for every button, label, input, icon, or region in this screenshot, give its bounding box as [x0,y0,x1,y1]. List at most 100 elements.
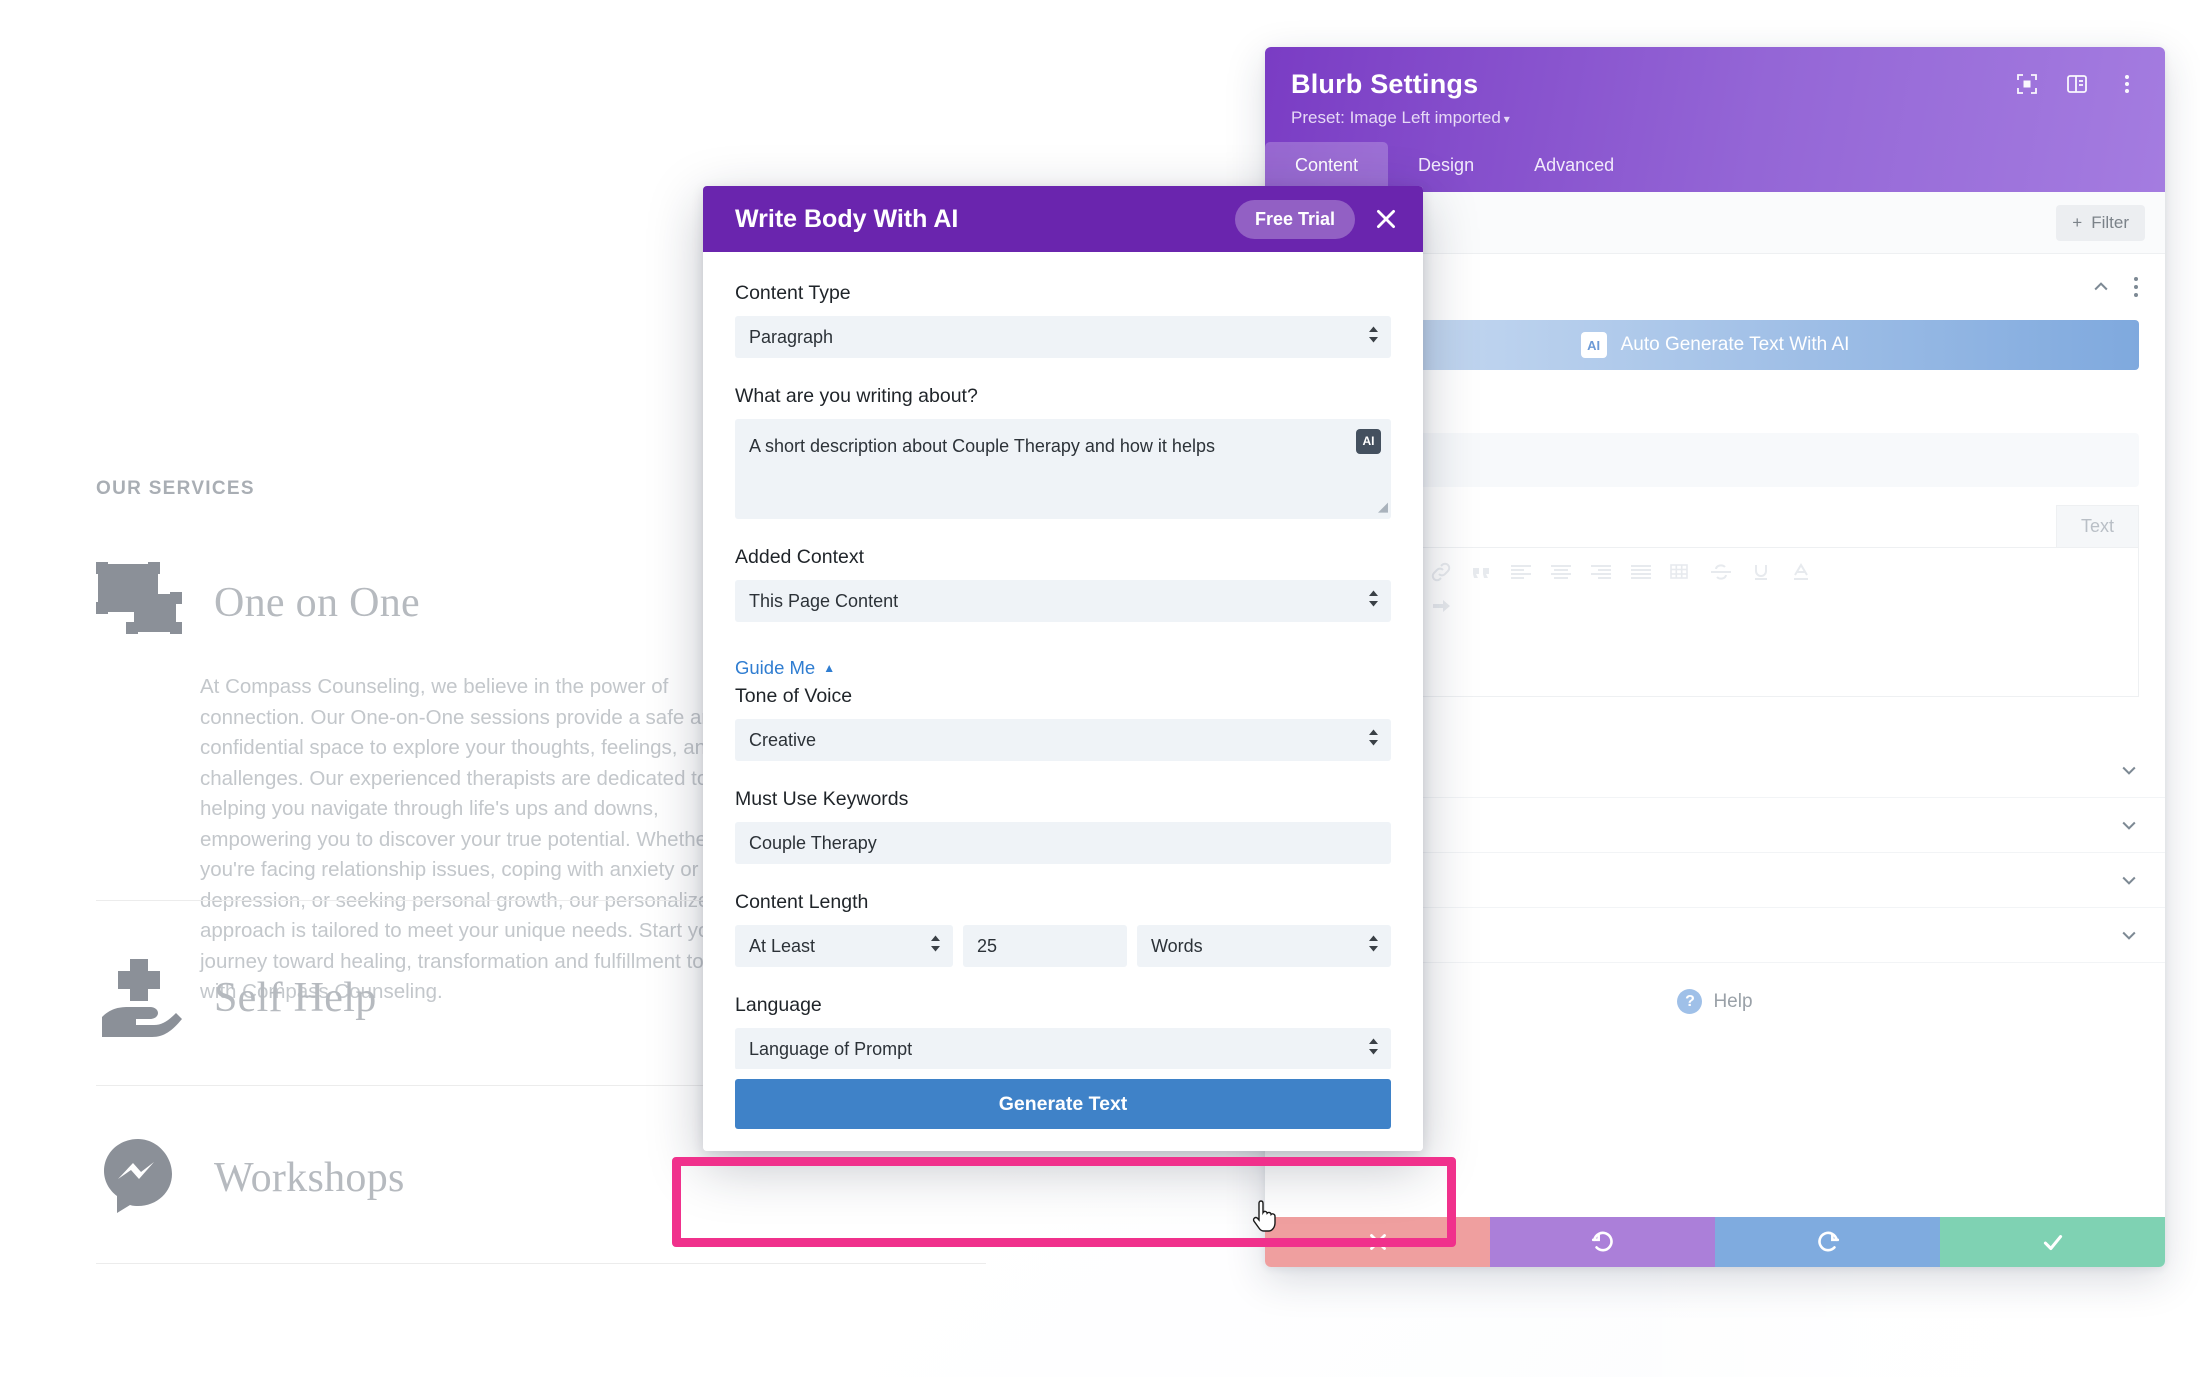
services-eyebrow: OUR SERVICES [96,478,255,499]
modal-body: Content Type Paragraph What are you writ… [703,252,1423,1069]
redo-button[interactable] [1715,1217,1940,1267]
select-spinner-icon [1368,1038,1379,1061]
content-length-unit-select[interactable]: Words [1137,925,1391,967]
select-spinner-icon [930,935,941,958]
close-x-icon[interactable] [1373,206,1399,232]
chevron-down-icon[interactable] [2119,760,2139,780]
mouse-cursor-icon [1251,1200,1277,1232]
modal-title: Write Body With AI [735,204,959,233]
ai-icon: AI [1580,332,1607,358]
align-right-icon[interactable] [1590,562,1612,582]
filter-label: Filter [2091,212,2129,232]
prompt-textarea[interactable]: A short description about Couple Therapy… [735,419,1391,519]
modal-header-actions: Free Trial [1234,199,1399,239]
blockquote-icon[interactable] [1470,562,1492,582]
self-help-hand-icon [96,955,188,1041]
generate-text-button[interactable]: Generate Text [735,1079,1391,1129]
question-mark-icon: ? [1677,989,1703,1014]
link-icon[interactable] [1430,562,1452,582]
language-value: Language of Prompt [749,1038,913,1059]
content-length-row: At Least 25 Words [735,925,1391,967]
prompt-label: What are you writing about? [735,385,978,407]
content-length-comparator-select[interactable]: At Least [735,925,953,967]
focus-target-icon[interactable] [2015,72,2039,96]
content-type-label: Content Type [735,282,851,304]
kebab-menu-icon[interactable] [2115,72,2139,96]
chevron-down-icon[interactable] [2119,925,2139,945]
undo-button[interactable] [1490,1217,1715,1267]
modal-footer: Generate Text [703,1069,1423,1151]
content-type-value: Paragraph [749,326,834,347]
panel-header-actions [2015,72,2139,96]
content-type-select[interactable]: Paragraph [735,316,1391,358]
tab-advanced[interactable]: Advanced [1504,142,1644,192]
must-use-keywords-value: Couple Therapy [749,832,877,853]
tab-design[interactable]: Design [1388,142,1504,192]
content-length-label: Content Length [735,891,869,913]
panel-title: Blurb Settings [1291,69,1479,99]
tone-of-voice-label: Tone of Voice [735,685,853,707]
table-icon[interactable] [1670,562,1692,582]
service-title: One on One [214,580,420,626]
added-context-label: Added Context [735,546,865,568]
divider [96,1263,986,1264]
save-button[interactable] [1940,1217,2165,1267]
screen: OUR SERVICES One on One At Compass Couns… [0,0,2200,1377]
must-use-keywords-label: Must Use Keywords [735,788,909,810]
one-on-one-icon [96,560,188,646]
tab-text[interactable]: Text [2055,505,2139,547]
added-context-select[interactable]: This Page Content [735,580,1391,622]
kebab-menu-icon[interactable] [2133,276,2139,298]
select-spinner-icon [1368,590,1379,613]
chevron-down-icon[interactable] [2119,815,2139,835]
service-title: Self Help [214,975,377,1021]
preset-selector[interactable]: Preset: Image Left imported ▾ [1291,108,2139,128]
align-left-icon[interactable] [1510,562,1532,582]
discard-button[interactable] [1265,1217,1490,1267]
justify-icon[interactable] [1630,562,1652,582]
text-color-icon[interactable] [1790,562,1812,582]
chevron-down-icon: ▾ [1503,112,1510,126]
panel-footer [1265,1217,2165,1267]
select-spinner-icon [1368,326,1379,349]
free-trial-badge[interactable]: Free Trial [1234,199,1355,239]
chevron-down-icon[interactable] [2119,870,2139,890]
ai-icon[interactable]: AI [1356,429,1381,454]
language-select[interactable]: Language of Prompt [735,1028,1391,1069]
select-spinner-icon [1368,935,1379,958]
preset-label: Preset: Image Left imported [1291,108,1501,127]
guide-me-label: Guide Me [735,657,816,678]
guide-me-toggle[interactable]: Guide Me ▲ [735,657,1391,679]
must-use-keywords-input[interactable]: Couple Therapy [735,822,1391,864]
language-label: Language [735,994,822,1016]
write-body-with-ai-modal: Write Body With AI Free Trial Content Ty… [703,186,1423,1151]
tone-of-voice-value: Creative [749,729,817,750]
filter-button[interactable]: + Filter [2056,204,2145,241]
tab-content[interactable]: Content [1265,142,1389,192]
service-title: Workshops [214,1155,405,1201]
underline-icon[interactable] [1750,562,1772,582]
chevron-up-icon[interactable] [2091,277,2111,297]
resize-handle-icon[interactable]: ◢ [1378,498,1388,517]
content-length-comparator-value: At Least [749,935,816,956]
generate-button-wrap: Generate Text [703,1069,1423,1151]
chevron-up-icon: ▲ [823,661,836,675]
content-length-amount-input[interactable]: 25 [963,925,1127,967]
redo-icon[interactable] [1430,596,1452,616]
workshops-message-icon [96,1135,188,1221]
tone-of-voice-select[interactable]: Creative [735,719,1391,761]
strikethrough-icon[interactable] [1710,562,1732,582]
panel-tabs: Content Design Advanced [1265,142,1644,192]
align-center-icon[interactable] [1550,562,1572,582]
auto-generate-label: Auto Generate Text With AI [1620,334,1850,355]
modal-header: Write Body With AI Free Trial [703,186,1423,252]
layout-panel-icon[interactable] [2065,72,2089,96]
prompt-value: A short description about Couple Therapy… [749,436,1215,456]
help-label: Help [1713,990,1753,1012]
